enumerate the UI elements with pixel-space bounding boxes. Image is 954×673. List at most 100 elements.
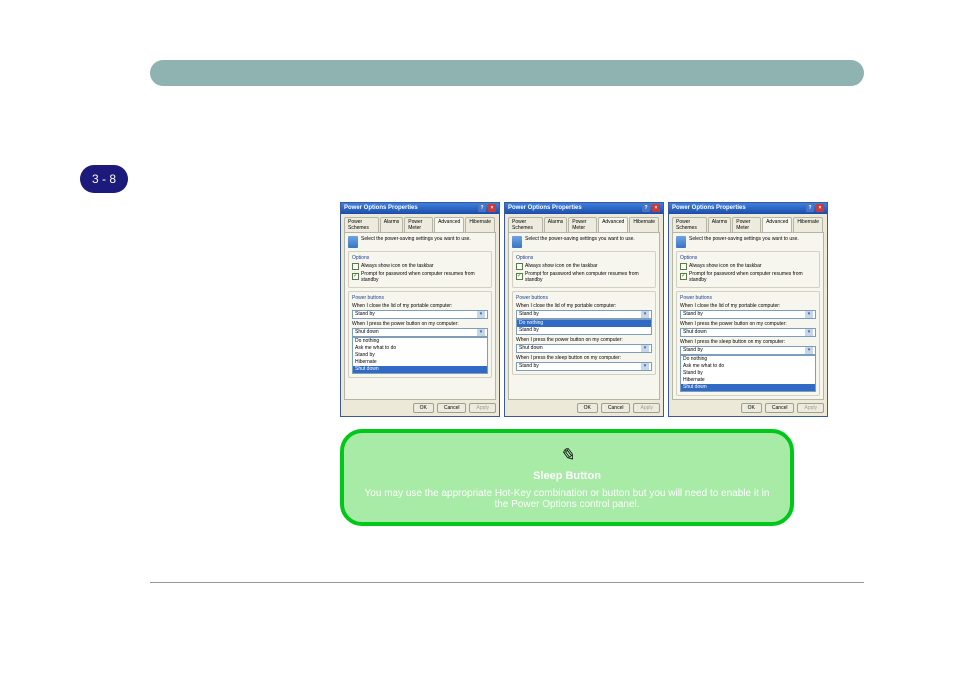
sleep-dropdown[interactable]: Stand by▾ bbox=[516, 362, 652, 371]
tabs: Power Schemes Alarms Power Meter Advance… bbox=[505, 214, 663, 232]
power-label: When I press the power button on my comp… bbox=[516, 337, 652, 343]
chevron-down-icon: ▾ bbox=[805, 329, 813, 336]
page-number: 3 - 8 bbox=[92, 172, 116, 186]
dialog-3: Power Options Properties ? × Power Schem… bbox=[668, 202, 828, 417]
checkbox-icon bbox=[680, 263, 687, 270]
opt-donothing[interactable]: Do nothing bbox=[353, 338, 487, 345]
battery-icon bbox=[512, 236, 522, 248]
options-title: Options bbox=[680, 255, 816, 261]
lid-dropdown[interactable]: Stand by▾ bbox=[352, 310, 488, 319]
page-number-pill: 3 - 8 bbox=[80, 165, 128, 193]
dialog-buttons: OK Cancel Apply bbox=[341, 403, 496, 413]
tab-power-meter[interactable]: Power Meter bbox=[732, 217, 761, 232]
dialog-titlebar[interactable]: Power Options Properties ? × bbox=[669, 203, 827, 214]
close-button[interactable]: × bbox=[652, 204, 660, 212]
close-button[interactable]: × bbox=[488, 204, 496, 212]
help-button[interactable]: ? bbox=[478, 204, 486, 212]
opt-standby[interactable]: Stand by bbox=[353, 352, 487, 359]
lid-label: When I close the lid of my portable comp… bbox=[516, 303, 652, 309]
tab-power-meter[interactable]: Power Meter bbox=[568, 217, 597, 232]
dialog-body: Select the power-saving settings you wan… bbox=[672, 232, 824, 400]
sleep-dropdown-list[interactable]: Do nothing Ask me what to do Stand by Hi… bbox=[680, 355, 816, 392]
footer-text: Configuring the Power Button bbox=[150, 589, 306, 601]
instruction: Select the power-saving settings you wan… bbox=[676, 236, 820, 248]
opt-shutdown[interactable]: Shut down bbox=[353, 366, 487, 373]
options-group: Options Always show icon on the taskbar … bbox=[348, 251, 492, 288]
dialog-titlebar[interactable]: Power Options Properties ? × bbox=[505, 203, 663, 214]
opt-shutdown[interactable]: Shut down bbox=[681, 384, 815, 391]
tab-power-schemes[interactable]: Power Schemes bbox=[672, 217, 707, 232]
tab-advanced[interactable]: Advanced bbox=[598, 217, 628, 232]
help-button[interactable]: ? bbox=[642, 204, 650, 212]
body-text: The sleep button (Fn + Esc key combinati… bbox=[150, 117, 864, 166]
power-buttons-group: Power buttons When I close the lid of my… bbox=[348, 291, 492, 378]
note-box: ✎ Sleep Button You may use the appropria… bbox=[340, 429, 794, 526]
chk-prompt[interactable]: ✓Prompt for password when computer resum… bbox=[352, 271, 488, 283]
note-text: You may use the appropriate Hot-Key comb… bbox=[362, 488, 772, 510]
tab-hibernate[interactable]: Hibernate bbox=[793, 217, 823, 232]
section-heading: Configuring the Power Button bbox=[150, 96, 894, 117]
chk-prompt[interactable]: ✓Prompt for password when computer resum… bbox=[516, 271, 652, 283]
power-dropdown[interactable]: Shut down▾ bbox=[352, 328, 488, 337]
lid-dropdown-list[interactable]: Do nothing Stand by bbox=[516, 319, 652, 335]
pb-title: Power buttons bbox=[352, 295, 488, 301]
tab-power-schemes[interactable]: Power Schemes bbox=[508, 217, 543, 232]
help-button[interactable]: ? bbox=[806, 204, 814, 212]
cancel-button[interactable]: Cancel bbox=[601, 403, 631, 413]
sleep-power-icon: ☉/⏻ bbox=[413, 119, 441, 135]
tab-advanced[interactable]: Advanced bbox=[762, 217, 792, 232]
header-bar bbox=[150, 60, 864, 86]
tab-hibernate[interactable]: Hibernate bbox=[465, 217, 495, 232]
titlebar-buttons: ? × bbox=[478, 204, 496, 212]
tab-alarms[interactable]: Alarms bbox=[708, 217, 732, 232]
tab-power-schemes[interactable]: Power Schemes bbox=[344, 217, 379, 232]
dialog-buttons: OK Cancel Apply bbox=[505, 403, 660, 413]
lid-dropdown[interactable]: Stand by▾ bbox=[680, 310, 816, 319]
opt-standby[interactable]: Stand by bbox=[681, 370, 815, 377]
opt-ask[interactable]: Ask me what to do bbox=[681, 363, 815, 370]
chevron-down-icon: ▾ bbox=[805, 311, 813, 318]
battery-icon bbox=[348, 236, 358, 248]
power-dropdown[interactable]: Shut down▾ bbox=[680, 328, 816, 337]
pen-icon: ✎ bbox=[362, 445, 772, 466]
tab-hibernate[interactable]: Hibernate bbox=[629, 217, 659, 232]
chk-prompt[interactable]: ✓Prompt for password when computer resum… bbox=[680, 271, 816, 283]
cancel-button[interactable]: Cancel bbox=[765, 403, 795, 413]
apply-button[interactable]: Apply bbox=[797, 403, 824, 413]
checkbox-icon: ✓ bbox=[352, 273, 359, 280]
checkbox-icon bbox=[516, 263, 523, 270]
ok-button[interactable]: OK bbox=[741, 403, 762, 413]
chk-taskbar[interactable]: Always show icon on the taskbar bbox=[516, 263, 652, 270]
power-dropdown-list[interactable]: Do nothing Ask me what to do Stand by Hi… bbox=[352, 337, 488, 374]
opt-ask[interactable]: Ask me what to do bbox=[353, 345, 487, 352]
sleep-dropdown[interactable]: Stand by▾ bbox=[680, 346, 816, 355]
chevron-down-icon: ▾ bbox=[805, 347, 813, 354]
opt-donothing[interactable]: Do nothing bbox=[517, 320, 651, 327]
chk-taskbar[interactable]: Always show icon on the taskbar bbox=[352, 263, 488, 270]
chevron-down-icon: ▾ bbox=[641, 311, 649, 318]
tab-power-meter[interactable]: Power Meter bbox=[404, 217, 433, 232]
opt-standby[interactable]: Stand by bbox=[517, 327, 651, 334]
opt-hibernate[interactable]: Hibernate bbox=[681, 377, 815, 384]
tab-alarms[interactable]: Alarms bbox=[544, 217, 568, 232]
options-group: Options Always show icon on the taskbar … bbox=[512, 251, 656, 288]
dialog-titlebar[interactable]: Power Options Properties ? × bbox=[341, 203, 499, 214]
section-heading-text: Configuring the Power Button bbox=[150, 96, 406, 116]
chevron-down-icon: ▾ bbox=[477, 329, 485, 336]
power-dropdown[interactable]: Shut down▾ bbox=[516, 344, 652, 353]
battery-icon bbox=[676, 236, 686, 248]
opt-donothing[interactable]: Do nothing bbox=[681, 356, 815, 363]
tab-advanced[interactable]: Advanced bbox=[434, 217, 464, 232]
checkbox-icon: ✓ bbox=[516, 273, 523, 280]
apply-button[interactable]: Apply bbox=[469, 403, 496, 413]
cancel-button[interactable]: Cancel bbox=[437, 403, 467, 413]
lid-dropdown[interactable]: Stand by▾ bbox=[516, 310, 652, 319]
opt-hibernate[interactable]: Hibernate bbox=[353, 359, 487, 366]
chk-taskbar[interactable]: Always show icon on the taskbar bbox=[680, 263, 816, 270]
apply-button[interactable]: Apply bbox=[633, 403, 660, 413]
tab-alarms[interactable]: Alarms bbox=[380, 217, 404, 232]
close-button[interactable]: × bbox=[816, 204, 824, 212]
instruction: Select the power-saving settings you wan… bbox=[348, 236, 492, 248]
ok-button[interactable]: OK bbox=[577, 403, 598, 413]
ok-button[interactable]: OK bbox=[413, 403, 434, 413]
